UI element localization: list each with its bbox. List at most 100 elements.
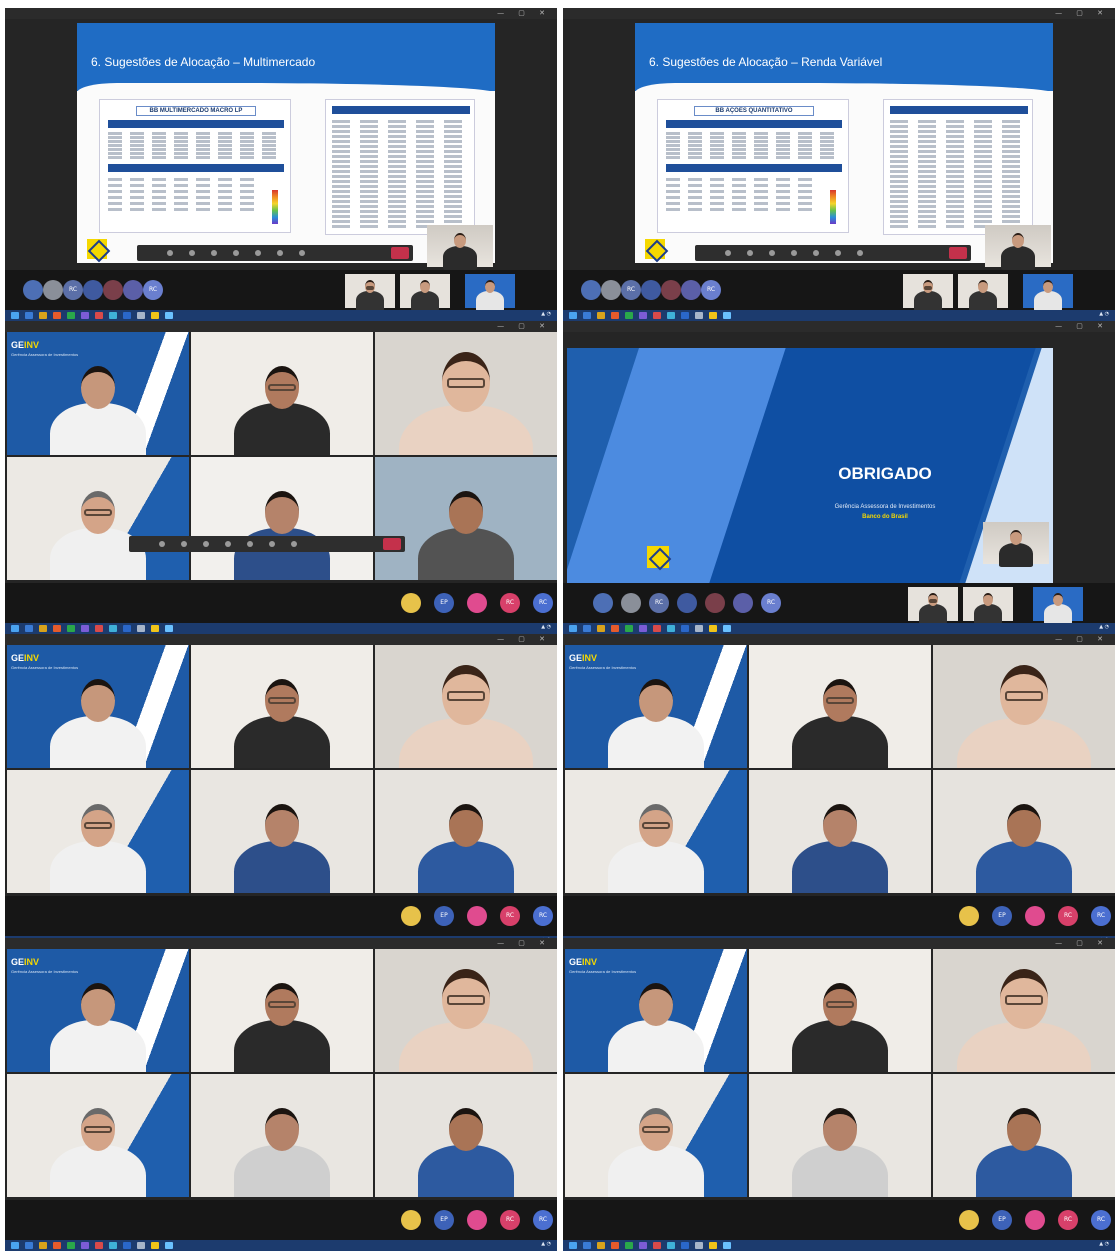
taskbar-app-icon[interactable] <box>165 1242 173 1249</box>
taskbar-app-icon[interactable] <box>653 1242 661 1249</box>
participant-video-thumbnail[interactable] <box>1023 274 1073 311</box>
window-controls[interactable]: — ▢ ✕ <box>1055 322 1109 330</box>
taskbar-app-icon[interactable] <box>39 1242 47 1249</box>
taskbar-app-icon[interactable] <box>165 625 173 632</box>
participant-avatar[interactable]: RC <box>63 280 83 300</box>
meeting-control-button[interactable] <box>857 250 863 256</box>
taskbar-app-icon[interactable] <box>667 1242 675 1249</box>
meeting-control-button[interactable] <box>167 250 173 256</box>
taskbar-app-icon[interactable] <box>67 312 75 319</box>
participant-avatar[interactable] <box>677 593 697 613</box>
participant-avatar[interactable] <box>467 593 487 613</box>
meeting-control-button[interactable] <box>813 250 819 256</box>
window-controls[interactable]: — ▢ ✕ <box>497 635 551 643</box>
taskbar-app-icon[interactable] <box>11 1242 19 1249</box>
taskbar-app-icon[interactable] <box>583 312 591 319</box>
window-controls[interactable]: — ▢ ✕ <box>1055 9 1109 17</box>
participant-video-tile[interactable] <box>191 1074 373 1197</box>
participant-video-tile[interactable] <box>375 949 557 1072</box>
participant-avatar[interactable] <box>733 593 753 613</box>
window-controls[interactable]: — ▢ ✕ <box>1055 635 1109 643</box>
taskbar-app-icon[interactable] <box>681 625 689 632</box>
participant-video-thumbnail[interactable] <box>400 274 450 311</box>
meeting-control-button[interactable] <box>225 541 231 547</box>
participant-video-thumbnail[interactable] <box>958 274 1008 311</box>
taskbar-app-icon[interactable] <box>569 625 577 632</box>
taskbar-app-icon[interactable] <box>81 312 89 319</box>
participant-avatar[interactable]: RC <box>761 593 781 613</box>
taskbar-app-icon[interactable] <box>67 625 75 632</box>
participant-avatar[interactable] <box>641 280 661 300</box>
participant-video-thumbnail[interactable] <box>465 274 515 311</box>
meeting-control-button[interactable] <box>255 250 261 256</box>
participant-video-tile[interactable] <box>933 770 1115 893</box>
participant-avatar[interactable]: RC <box>533 1210 553 1230</box>
taskbar-app-icon[interactable] <box>723 625 731 632</box>
meeting-control-button[interactable] <box>159 541 165 547</box>
taskbar-app-icon[interactable] <box>137 1242 145 1249</box>
taskbar-app-icon[interactable] <box>709 1242 717 1249</box>
participant-avatar[interactable]: RC <box>500 906 520 926</box>
participant-video-tile[interactable] <box>749 949 931 1072</box>
participant-video-tile[interactable]: GEINV Gerência Assessora de Investimentos <box>7 949 189 1072</box>
taskbar-app-icon[interactable] <box>639 1242 647 1249</box>
meeting-control-button[interactable] <box>189 250 195 256</box>
participant-video-tile[interactable] <box>749 770 931 893</box>
participant-avatar[interactable]: RC <box>1091 906 1111 926</box>
taskbar-app-icon[interactable] <box>709 312 717 319</box>
meeting-control-button[interactable] <box>725 250 731 256</box>
participant-avatar[interactable] <box>401 593 421 613</box>
window-controls[interactable]: — ▢ ✕ <box>497 322 551 330</box>
participant-avatar[interactable] <box>705 593 725 613</box>
taskbar-app-icon[interactable] <box>11 312 19 319</box>
meeting-control-button[interactable] <box>269 541 275 547</box>
participant-video-thumbnail[interactable] <box>903 274 953 311</box>
participant-avatar[interactable] <box>401 906 421 926</box>
taskbar-app-icon[interactable] <box>723 312 731 319</box>
taskbar-app-icon[interactable] <box>583 625 591 632</box>
taskbar-app-icon[interactable] <box>95 312 103 319</box>
participant-avatar[interactable] <box>467 906 487 926</box>
participant-video-tile[interactable]: GEINV Gerência Assessora de Investimentos <box>7 645 189 768</box>
taskbar-app-icon[interactable] <box>39 625 47 632</box>
taskbar-app-icon[interactable] <box>109 1242 117 1249</box>
leave-call-button[interactable] <box>949 247 967 259</box>
taskbar-app-icon[interactable] <box>639 312 647 319</box>
participant-video-tile[interactable] <box>7 1074 189 1197</box>
participant-avatar[interactable] <box>601 280 621 300</box>
taskbar-app-icon[interactable] <box>639 625 647 632</box>
participant-avatar[interactable] <box>23 280 43 300</box>
taskbar-app-icon[interactable] <box>123 625 131 632</box>
participant-avatar[interactable]: EP <box>992 1210 1012 1230</box>
meeting-control-button[interactable] <box>747 250 753 256</box>
taskbar-app-icon[interactable] <box>625 1242 633 1249</box>
taskbar-app-icon[interactable] <box>95 1242 103 1249</box>
meeting-control-button[interactable] <box>211 250 217 256</box>
taskbar-app-icon[interactable] <box>109 625 117 632</box>
participant-video-thumbnail[interactable] <box>908 587 958 624</box>
participant-avatar[interactable]: RC <box>143 280 163 300</box>
participant-avatar[interactable]: RC <box>533 906 553 926</box>
meeting-control-button[interactable] <box>247 541 253 547</box>
participant-video-tile[interactable] <box>749 645 931 768</box>
participant-video-tile[interactable] <box>7 770 189 893</box>
participant-avatar[interactable] <box>681 280 701 300</box>
taskbar-app-icon[interactable] <box>681 312 689 319</box>
taskbar-app-icon[interactable] <box>667 625 675 632</box>
meeting-control-button[interactable] <box>181 541 187 547</box>
taskbar-app-icon[interactable] <box>137 312 145 319</box>
taskbar-app-icon[interactable] <box>109 312 117 319</box>
taskbar-app-icon[interactable] <box>53 312 61 319</box>
participant-avatar[interactable]: RC <box>649 593 669 613</box>
participant-avatar[interactable]: RC <box>1058 906 1078 926</box>
participant-avatar[interactable] <box>83 280 103 300</box>
taskbar-app-icon[interactable] <box>165 312 173 319</box>
meeting-control-button[interactable] <box>233 250 239 256</box>
taskbar-app-icon[interactable] <box>695 312 703 319</box>
participant-video-tile[interactable] <box>191 332 373 455</box>
meeting-control-button[interactable] <box>277 250 283 256</box>
taskbar-app-icon[interactable] <box>597 625 605 632</box>
participant-video-tile[interactable] <box>375 1074 557 1197</box>
participant-video-tile[interactable] <box>375 770 557 893</box>
participant-video-tile[interactable]: GEINV Gerência Assessora de Investimentos <box>565 645 747 768</box>
